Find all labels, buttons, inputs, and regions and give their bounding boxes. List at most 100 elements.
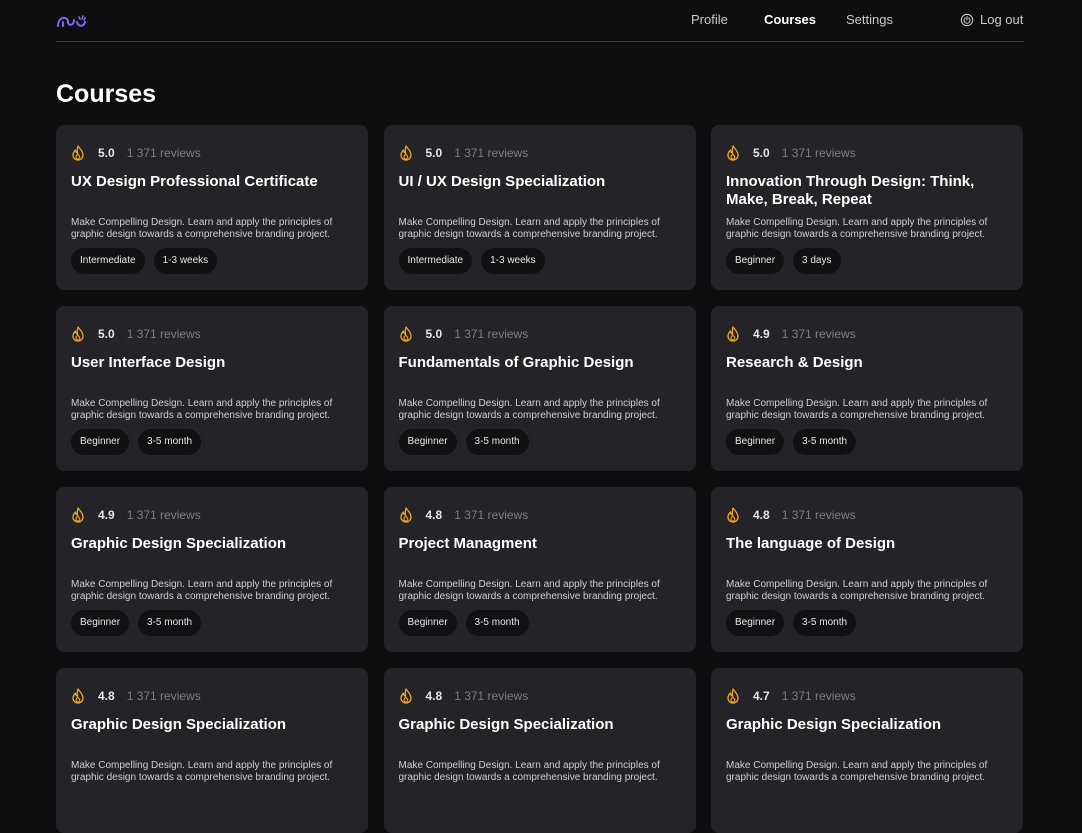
rating-value: 5.0 <box>425 146 443 160</box>
reviews-count: 1 371 reviews <box>126 508 201 522</box>
course-tags: Beginner 3-5 month <box>398 610 529 636</box>
reviews-count: 1 371 reviews <box>781 146 856 160</box>
course-card[interactable]: 4.9 1 371 reviews Graphic Design Special… <box>56 487 368 652</box>
rating-row: 4.8 1 371 reviews <box>399 507 529 523</box>
fire-icon <box>727 688 739 704</box>
level-tag: Beginner <box>398 610 457 636</box>
course-grid: 5.0 1 371 reviews UX Design Professional… <box>56 125 1023 833</box>
rating-value: 5.0 <box>98 146 115 160</box>
rating-row: 4.8 1 371 reviews <box>71 688 201 704</box>
rating-value: 4.8 <box>425 689 443 703</box>
logo-icon[interactable] <box>56 10 88 30</box>
course-tags: Intermediate 1-3 weeks <box>398 248 545 274</box>
reviews-count: 1 371 reviews <box>454 508 529 522</box>
course-description: Make Compelling Design. Learn and apply … <box>398 217 660 240</box>
fire-icon <box>72 326 84 342</box>
top-navbar: Profile Courses Settings Log out <box>56 0 1024 42</box>
course-tags: Intermediate 1-3 weeks <box>71 248 218 274</box>
course-tags: Beginner 3-5 month <box>726 429 857 455</box>
course-description: Make Compelling Design. Learn and apply … <box>71 760 333 783</box>
nav-settings[interactable]: Settings <box>846 12 893 27</box>
reviews-count: 1 371 reviews <box>454 327 529 341</box>
rating-value: 5.0 <box>98 327 115 341</box>
course-title[interactable]: Fundamentals of Graphic Design <box>399 354 676 372</box>
fire-icon <box>72 145 84 161</box>
rating-row: 5.0 1 371 reviews <box>399 145 529 161</box>
course-card[interactable]: 4.9 1 371 reviews Research & Design Make… <box>711 306 1023 471</box>
level-tag: Beginner <box>71 610 130 636</box>
duration-tag: 1-3 weeks <box>481 248 545 274</box>
course-card[interactable]: 4.8 1 371 reviews Graphic Design Special… <box>56 668 368 833</box>
course-description: Make Compelling Design. Learn and apply … <box>398 760 660 783</box>
logout-button[interactable]: Log out <box>960 12 1023 27</box>
course-card[interactable]: 5.0 1 371 reviews Innovation Through Des… <box>711 125 1023 290</box>
fire-icon <box>399 145 412 161</box>
course-title[interactable]: Graphic Design Specialization <box>71 535 348 553</box>
course-description: Make Compelling Design. Learn and apply … <box>398 398 660 421</box>
course-title[interactable]: The language of Design <box>726 535 1003 553</box>
rating-row: 5.0 1 371 reviews <box>726 145 856 161</box>
reviews-count: 1 371 reviews <box>454 689 529 703</box>
course-card[interactable]: 4.7 1 371 reviews Graphic Design Special… <box>711 668 1023 833</box>
course-title[interactable]: User Interface Design <box>71 354 348 372</box>
logout-label: Log out <box>980 12 1024 27</box>
rating-row: 4.9 1 371 reviews <box>726 326 856 342</box>
level-tag: Beginner <box>398 429 457 455</box>
course-description: Make Compelling Design. Learn and apply … <box>398 579 660 602</box>
fire-icon <box>399 326 412 342</box>
fire-icon <box>727 145 739 161</box>
nav-profile[interactable]: Profile <box>691 12 728 27</box>
duration-tag: 3-5 month <box>793 610 857 636</box>
duration-tag: 3-5 month <box>138 429 202 455</box>
reviews-count: 1 371 reviews <box>781 689 856 703</box>
course-tags: Beginner 3 days <box>726 248 841 274</box>
rating-value: 4.8 <box>425 508 443 522</box>
reviews-count: 1 371 reviews <box>126 327 201 341</box>
course-title[interactable]: UX Design Professional Certificate <box>71 173 348 191</box>
level-tag: Beginner <box>726 429 785 455</box>
rating-value: 4.9 <box>98 508 115 522</box>
level-tag: Intermediate <box>398 248 473 274</box>
course-title[interactable]: Graphic Design Specialization <box>71 716 348 734</box>
course-description: Make Compelling Design. Learn and apply … <box>726 217 988 240</box>
course-title[interactable]: Research & Design <box>726 354 1003 372</box>
fire-icon <box>727 507 739 523</box>
course-tags: Beginner 3-5 month <box>398 429 529 455</box>
course-card[interactable]: 4.8 1 371 reviews Project Managment Make… <box>383 487 696 652</box>
rating-row: 5.0 1 371 reviews <box>399 326 529 342</box>
rating-value: 5.0 <box>753 146 770 160</box>
course-description: Make Compelling Design. Learn and apply … <box>71 217 333 240</box>
course-card[interactable]: 5.0 1 371 reviews UX Design Professional… <box>56 125 368 290</box>
fire-icon <box>399 688 412 704</box>
course-title[interactable]: UI / UX Design Specialization <box>399 173 676 191</box>
rating-row: 5.0 1 371 reviews <box>71 145 201 161</box>
course-card[interactable]: 5.0 1 371 reviews UI / UX Design Special… <box>383 125 696 290</box>
duration-tag: 3-5 month <box>465 610 529 636</box>
course-card[interactable]: 4.8 1 371 reviews The language of Design… <box>711 487 1023 652</box>
course-card[interactable]: 5.0 1 371 reviews User Interface Design … <box>56 306 368 471</box>
course-tags: Beginner 3-5 month <box>71 610 202 636</box>
course-card[interactable]: 4.8 1 371 reviews Graphic Design Special… <box>383 668 696 833</box>
duration-tag: 3 days <box>793 248 841 274</box>
course-title[interactable]: Project Managment <box>399 535 676 553</box>
course-description: Make Compelling Design. Learn and apply … <box>726 760 988 783</box>
rating-row: 4.9 1 371 reviews <box>71 507 201 523</box>
rating-row: 4.8 1 371 reviews <box>399 688 529 704</box>
duration-tag: 1-3 weeks <box>153 248 218 274</box>
reviews-count: 1 371 reviews <box>781 508 856 522</box>
level-tag: Beginner <box>71 429 130 455</box>
nav-courses[interactable]: Courses <box>764 12 816 27</box>
reviews-count: 1 371 reviews <box>781 327 856 341</box>
course-description: Make Compelling Design. Learn and apply … <box>71 579 333 602</box>
page-title: Courses <box>56 80 157 108</box>
reviews-count: 1 371 reviews <box>454 146 529 160</box>
course-title[interactable]: Graphic Design Specialization <box>726 716 1003 734</box>
course-description: Make Compelling Design. Learn and apply … <box>726 579 988 602</box>
course-title[interactable]: Graphic Design Specialization <box>399 716 676 734</box>
fire-icon <box>727 326 739 342</box>
course-description: Make Compelling Design. Learn and apply … <box>726 398 988 421</box>
course-title[interactable]: Innovation Through Design: Think, Make, … <box>726 173 1003 208</box>
course-card[interactable]: 5.0 1 371 reviews Fundamentals of Graphi… <box>383 306 696 471</box>
level-tag: Intermediate <box>71 248 145 274</box>
level-tag: Beginner <box>726 248 785 274</box>
